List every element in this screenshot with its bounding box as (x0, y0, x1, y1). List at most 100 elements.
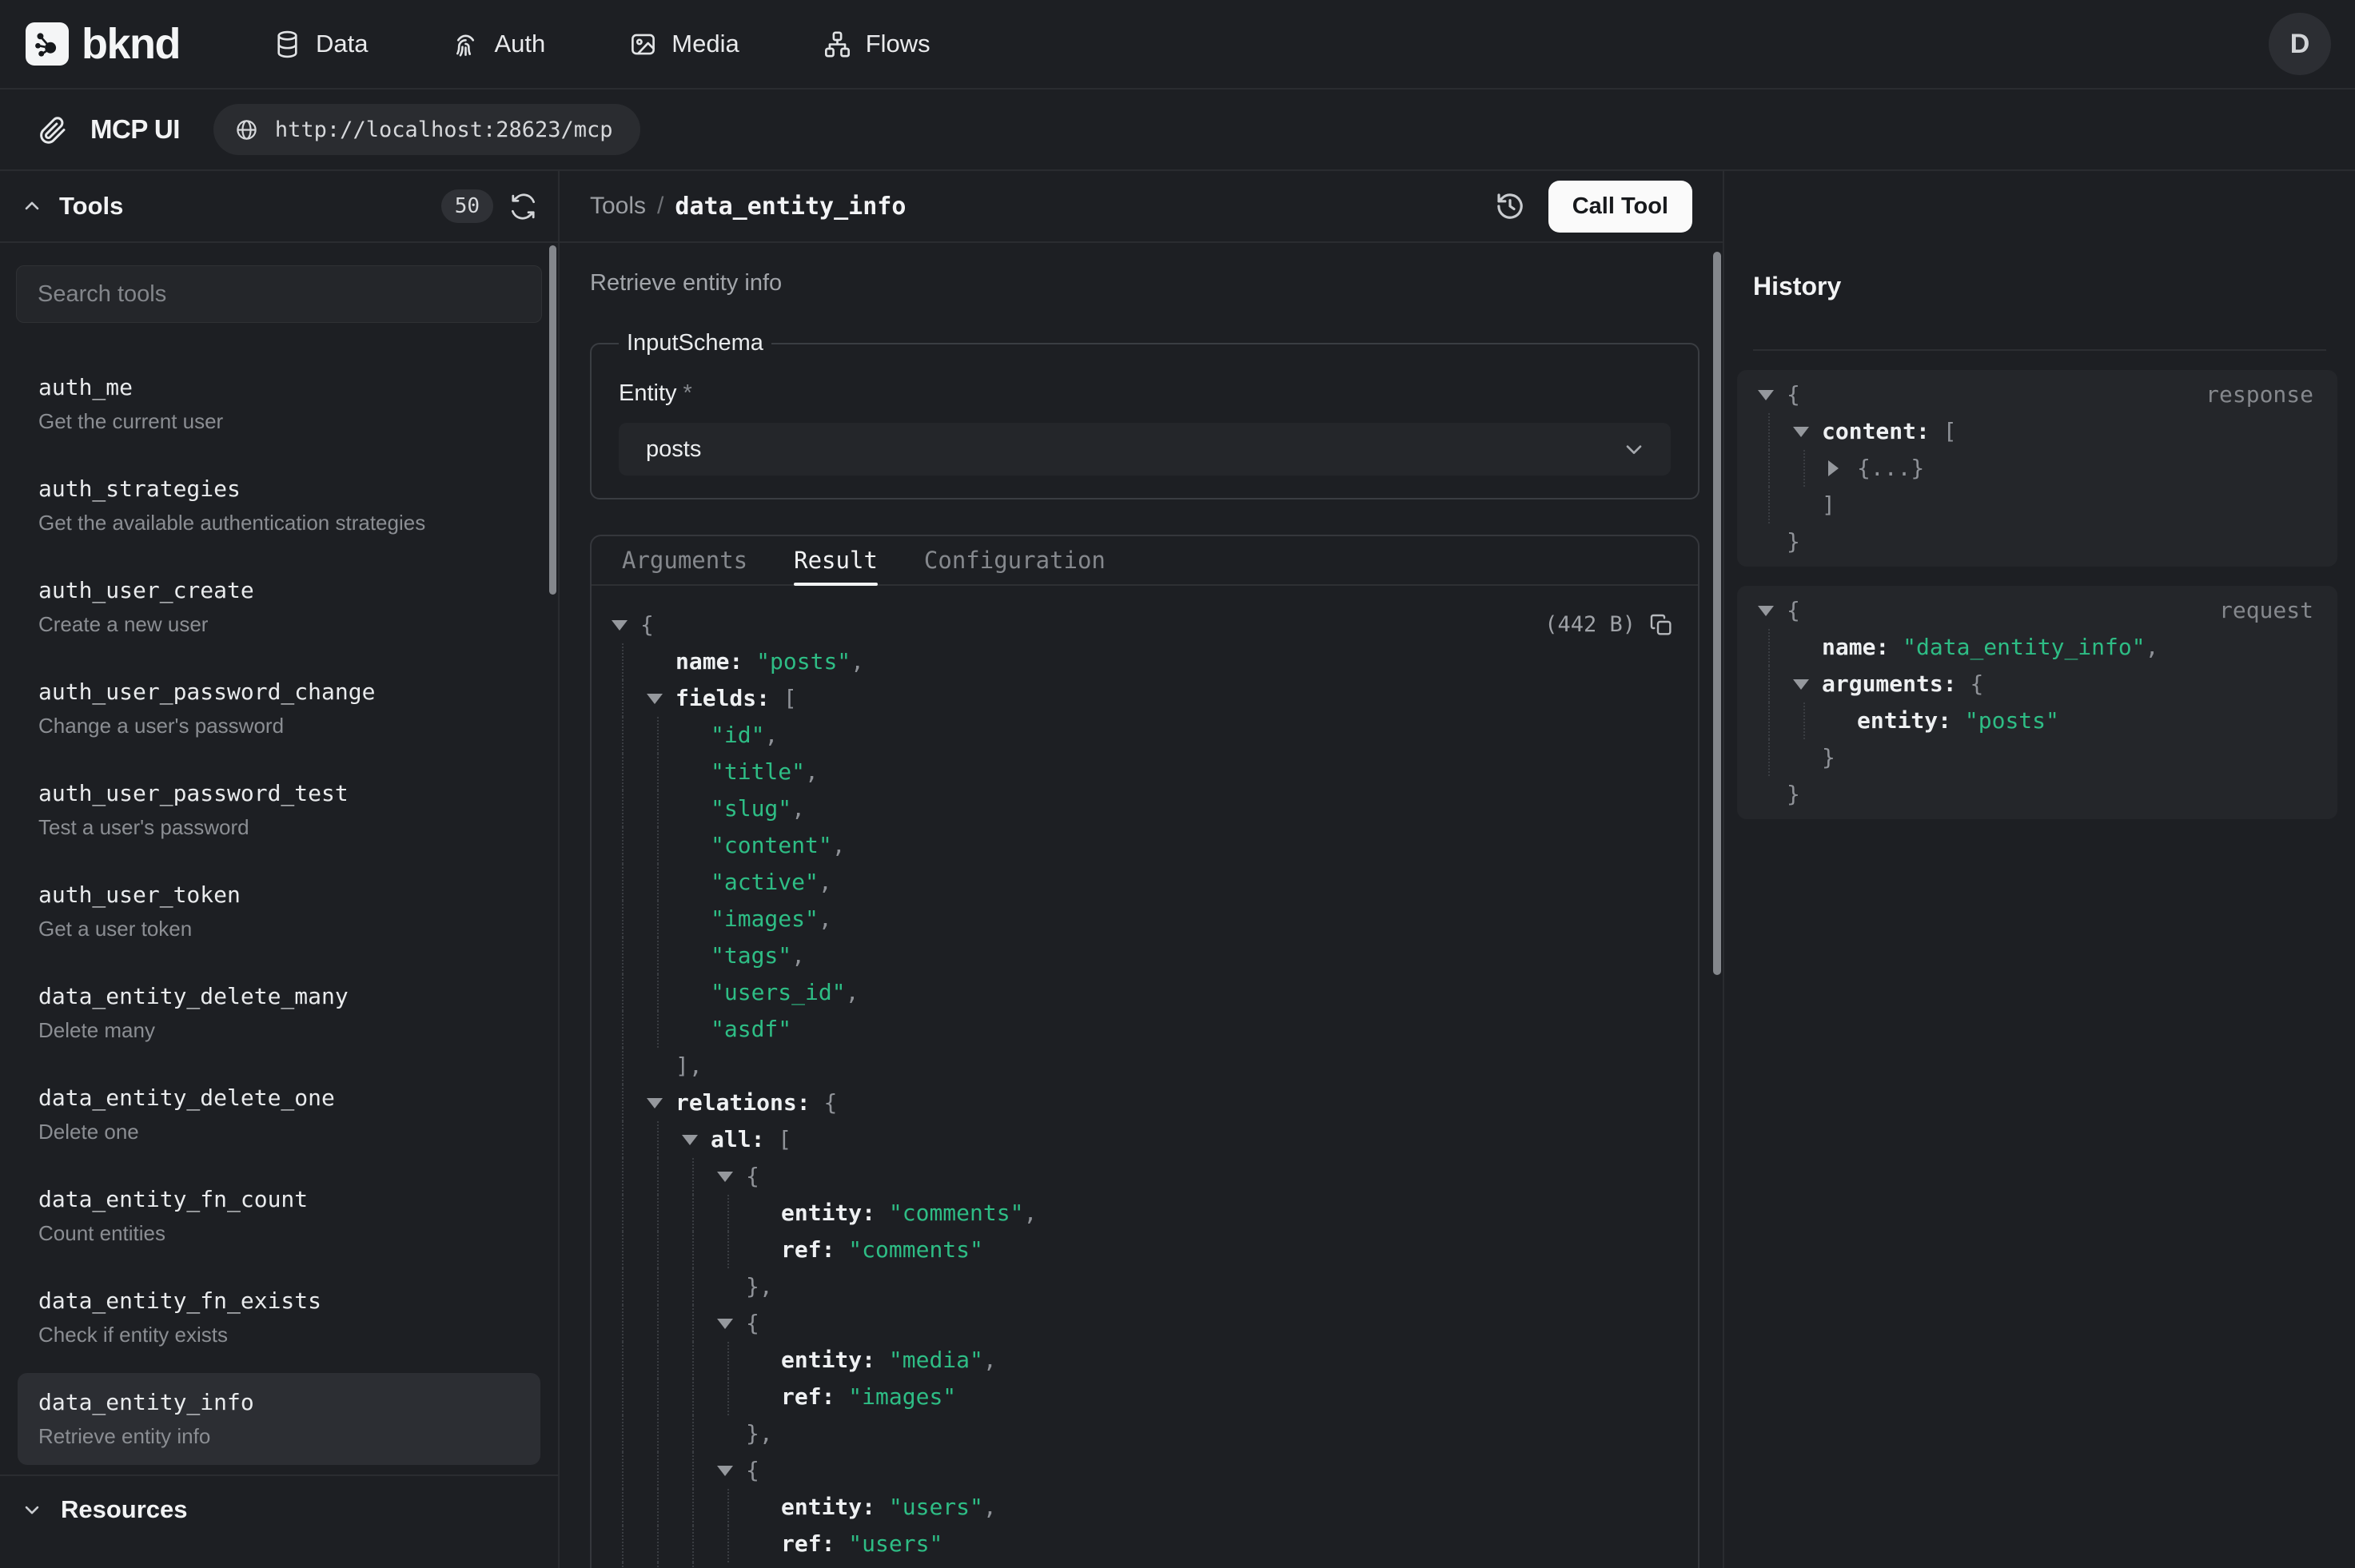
indent-guide (727, 1232, 729, 1268)
caret-down-icon[interactable] (1793, 679, 1809, 690)
history-header: History (1724, 171, 2355, 351)
tools-sidebar: Tools 50 auth_meGet the current user auth… (0, 171, 560, 1568)
sidebar-item-data_entity_fn_count[interactable]: data_entity_fn_countCount entities (18, 1170, 540, 1262)
caret-down-icon[interactable] (717, 1466, 733, 1476)
caret-down-icon[interactable] (682, 1135, 698, 1145)
nav-item-flows[interactable]: Flows (823, 30, 930, 59)
history-card-response[interactable]: {responsecontent: [{...}]} (1737, 370, 2337, 567)
nav-item-label: Data (316, 30, 368, 58)
sidebar-item-auth_strategies[interactable]: auth_strategiesGet the available authent… (18, 460, 540, 551)
json-line: { (592, 1305, 1698, 1342)
sidebar-item-auth_user_password_change[interactable]: auth_user_password_changeChange a user's… (18, 663, 540, 754)
sidebar-item-data_entity_delete_one[interactable]: data_entity_delete_oneDelete one (18, 1069, 540, 1160)
result-json-viewer: {(442 B)name: "posts",fields: ["id","tit… (592, 586, 1698, 1568)
indent-guide (622, 1011, 624, 1048)
tab-configuration[interactable]: Configuration (924, 536, 1106, 584)
indent-guide (692, 1526, 694, 1562)
caret-down-icon[interactable] (1793, 427, 1809, 437)
json-line: "active", (592, 864, 1698, 901)
entity-select[interactable]: posts (619, 423, 1671, 476)
history-card-request[interactable]: {requestname: "data_entity_info",argumen… (1737, 586, 2337, 819)
caret-down-icon[interactable] (717, 1172, 733, 1182)
indent-guide (727, 1489, 729, 1526)
tool-description: Retrieve entity info (590, 270, 1700, 296)
json-punctuation: [ (783, 685, 797, 711)
tool-name: data_entity_delete_many (38, 983, 520, 1009)
main-nav: Data Auth Media Flows (273, 30, 930, 59)
indent-guide (622, 1084, 624, 1121)
database-icon (273, 30, 302, 59)
indent-guide (622, 1232, 624, 1268)
sidebar-scrollbar[interactable] (549, 245, 556, 595)
json-punctuation: , (805, 758, 819, 785)
sidebar-section-resources[interactable]: Resources (0, 1474, 558, 1543)
bknd-logo[interactable]: bknd (26, 19, 180, 69)
indent-guide (657, 864, 659, 901)
tab-arguments[interactable]: Arguments (622, 536, 747, 584)
indent-guide (692, 1305, 694, 1342)
nav-item-data[interactable]: Data (273, 30, 368, 59)
sidebar-item-data_entity_delete_many[interactable]: data_entity_delete_manyDelete many (18, 967, 540, 1059)
input-schema-fieldset: InputSchema Entity* posts (590, 330, 1700, 499)
sidebar-item-auth_user_password_test[interactable]: auth_user_password_testTest a user's pas… (18, 764, 540, 856)
refresh-tools-button[interactable] (509, 193, 537, 221)
json-key: relations: (675, 1089, 811, 1116)
caret-down-icon[interactable] (1758, 606, 1774, 616)
json-string-value: "posts" (1965, 707, 2059, 734)
indent-guide (657, 901, 659, 937)
breadcrumb-current-tool: data_entity_info (675, 193, 906, 221)
sidebar-item-auth_me[interactable]: auth_meGet the current user (18, 358, 540, 450)
sidebar-item-data_entity_info[interactable]: data_entity_infoRetrieve entity info (18, 1373, 540, 1465)
call-tool-button[interactable]: Call Tool (1548, 181, 1692, 233)
tab-result[interactable]: Result (794, 536, 878, 584)
caret-down-icon[interactable] (647, 694, 663, 704)
user-avatar[interactable]: D (2269, 13, 2331, 75)
indent-guide (622, 1121, 624, 1158)
indent-guide (692, 1489, 694, 1526)
json-punctuation: ] (1822, 491, 1835, 518)
caret-down-icon[interactable] (612, 620, 628, 631)
json-line: { (592, 1158, 1698, 1195)
indent-guide (622, 1415, 624, 1452)
tools-section-header[interactable]: Tools 50 (0, 171, 558, 243)
indent-guide (692, 1415, 694, 1452)
json-line: "users_id", (592, 974, 1698, 1011)
nav-item-media[interactable]: Media (628, 30, 739, 59)
json-line: name: "posts", (592, 643, 1698, 680)
caret-down-icon[interactable] (647, 1098, 663, 1108)
indent-guide (692, 1158, 694, 1195)
mcp-url-pill[interactable]: http://localhost:28623/mcp (213, 104, 640, 155)
json-line: {response (1737, 376, 2337, 413)
search-tools-input[interactable] (16, 265, 542, 323)
json-punctuation: , (819, 905, 832, 932)
main-scrollbar[interactable] (1713, 252, 1721, 975)
indent-guide (727, 1379, 729, 1415)
sidebar-item-auth_user_create[interactable]: auth_user_createCreate a new user (18, 561, 540, 653)
tool-detail-header: Tools / data_entity_info Call Tool (560, 171, 1723, 243)
breadcrumb-section[interactable]: Tools (590, 193, 646, 220)
json-punctuation: , (846, 979, 859, 1005)
indent-guide (622, 1195, 624, 1232)
resources-section-title: Resources (61, 1495, 188, 1524)
json-line: relations: { (592, 1084, 1698, 1121)
json-punctuation: [ (1943, 418, 1957, 444)
json-line: ref: "images" (592, 1379, 1698, 1415)
json-key: ref: (781, 1383, 835, 1410)
caret-down-icon[interactable] (1758, 390, 1774, 400)
nav-item-auth[interactable]: Auth (451, 30, 545, 59)
sidebar-item-data_entity_fn_exists[interactable]: data_entity_fn_existsCheck if entity exi… (18, 1272, 540, 1363)
caret-right-icon[interactable] (1828, 460, 1839, 476)
mcp-url: http://localhost:28623/mcp (275, 117, 613, 142)
json-line: } (1737, 523, 2337, 560)
sidebar-item-auth_user_token[interactable]: auth_user_tokenGet a user token (18, 866, 540, 957)
bknd-logo-icon (26, 22, 69, 66)
tool-name: data_entity_delete_one (38, 1084, 520, 1111)
chevron-up-icon[interactable] (21, 195, 43, 217)
copy-icon[interactable] (1648, 612, 1674, 638)
tool-description: Change a user's password (38, 714, 520, 738)
json-line: fields: [ (592, 680, 1698, 717)
json-key: entity: (781, 1200, 875, 1226)
caret-down-icon[interactable] (717, 1319, 733, 1329)
json-string-value: "data_entity_info" (1903, 634, 2145, 660)
history-toggle-button[interactable] (1494, 190, 1526, 222)
